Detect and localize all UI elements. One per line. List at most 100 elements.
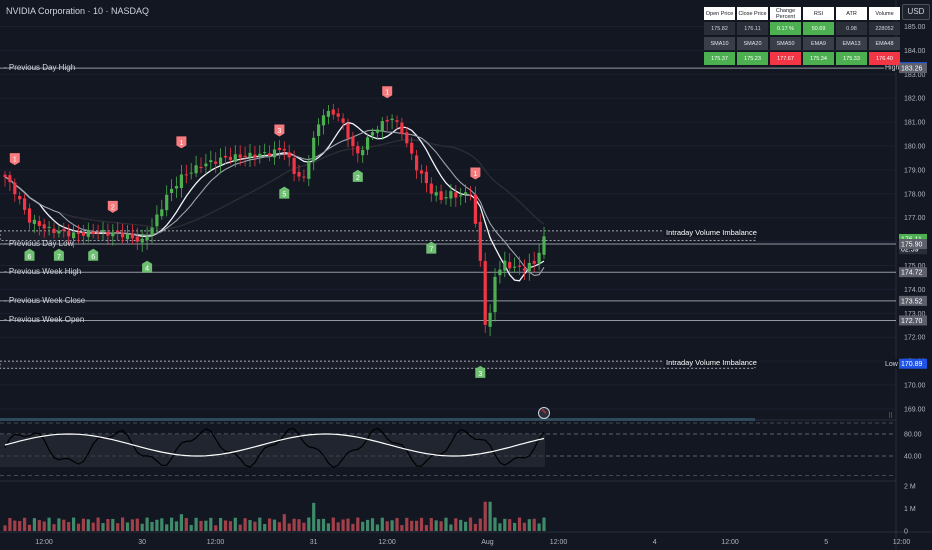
stats-value: 0.98 xyxy=(836,22,867,35)
settings-icon[interactable]: ✎ xyxy=(538,407,550,419)
candle-body xyxy=(297,172,301,177)
candle-body xyxy=(238,154,242,158)
volume-bar xyxy=(174,521,179,531)
time-tick-label: 12:00 xyxy=(721,539,739,546)
volume-bar xyxy=(204,520,208,531)
candle-body xyxy=(145,236,149,241)
volume-tick-label: 2 M xyxy=(904,484,916,491)
volume-bar xyxy=(155,519,159,531)
signal-marker-label: 7 xyxy=(57,254,61,261)
candle-body xyxy=(27,208,32,223)
price-tick-label: 180.00 xyxy=(904,144,926,151)
candle-body xyxy=(13,182,17,195)
volume-bar xyxy=(434,520,438,531)
pane-resize-handle[interactable]: ⠿ xyxy=(888,412,893,420)
candle-body xyxy=(361,150,365,156)
volume-bar xyxy=(532,518,536,531)
candle-body xyxy=(214,161,218,164)
stats-row-1-values: 175.82 176.11 0.17 % 50.69 0.98 228052 xyxy=(704,22,900,35)
candle-body xyxy=(366,137,370,150)
candle-body xyxy=(370,132,375,136)
candle-body xyxy=(209,160,213,163)
candle-body xyxy=(488,312,492,327)
candle-body xyxy=(111,232,115,237)
currency-button[interactable]: USD xyxy=(902,4,930,20)
price-chart[interactable]: 185.00184.00183.00182.00181.00180.00179.… xyxy=(0,0,932,550)
stats-header: Open Price xyxy=(704,7,735,20)
volume-bar xyxy=(91,522,95,531)
volume-bar xyxy=(150,521,154,531)
candle-body xyxy=(439,191,443,200)
candle-body xyxy=(434,192,438,196)
candle-body xyxy=(72,232,76,239)
candle-body xyxy=(537,252,541,264)
candle-body xyxy=(287,152,291,158)
signal-marker-label: 2 xyxy=(356,175,360,182)
candle-body xyxy=(106,231,110,236)
price-tick-label: 181.00 xyxy=(904,120,926,127)
volume-bar xyxy=(287,523,291,531)
candle-body xyxy=(351,136,355,147)
volume-bar xyxy=(395,518,399,531)
volume-bar xyxy=(478,518,482,531)
stats-header: EMA13 xyxy=(836,37,867,50)
candle-body xyxy=(52,228,56,234)
signal-marker-label: 4 xyxy=(145,266,149,273)
stats-value: 175.37 xyxy=(704,52,735,65)
volume-bar xyxy=(214,525,218,531)
stats-row-2-values: 175.37 175.23 177.67 175.34 175.33 176.4… xyxy=(704,52,900,65)
volume-bar xyxy=(189,524,193,531)
volume-bar xyxy=(410,520,414,531)
price-tag-label: Low xyxy=(885,361,899,368)
candle-body xyxy=(199,166,203,168)
level-label: - Previous Week Close xyxy=(4,295,86,305)
volume-bar xyxy=(96,517,100,531)
volume-bar xyxy=(326,523,330,531)
volume-bar xyxy=(243,518,247,531)
stats-header: Volume xyxy=(869,7,900,20)
volume-bar xyxy=(483,501,487,531)
candle-body xyxy=(223,155,228,158)
candle-body xyxy=(317,124,321,136)
candle-body xyxy=(62,229,66,231)
volume-bar xyxy=(375,524,379,531)
volume-bar xyxy=(444,517,448,531)
signal-marker-label: 6 xyxy=(28,254,32,261)
volume-bar xyxy=(248,519,252,531)
price-tick-label: 182.00 xyxy=(904,96,926,103)
stats-header: EMA9 xyxy=(803,37,834,50)
candle-body xyxy=(18,196,22,200)
candle-body xyxy=(527,263,531,272)
volume-bar xyxy=(23,517,27,531)
signal-marker-label: 7 xyxy=(429,247,433,254)
candle-body xyxy=(424,171,428,184)
candle-body xyxy=(76,231,81,234)
volume-bar xyxy=(317,519,321,531)
volume-bar xyxy=(449,524,453,531)
candle-body xyxy=(307,161,311,179)
volume-bar xyxy=(111,518,115,531)
volume-bar xyxy=(473,523,477,531)
volume-bar xyxy=(116,523,120,531)
volume-bar xyxy=(47,517,51,531)
volume-bar xyxy=(72,517,76,531)
candle-body xyxy=(67,230,71,237)
volume-bar xyxy=(42,521,46,531)
candle-body xyxy=(233,154,237,162)
time-tick-label: 12:00 xyxy=(378,539,396,546)
volume-bar xyxy=(307,517,311,531)
volume-bar xyxy=(81,518,85,531)
candle-body xyxy=(468,194,473,196)
candle-body xyxy=(248,152,252,158)
price-tick-label: 174.00 xyxy=(904,287,926,294)
volume-bar xyxy=(503,518,507,531)
volume-bar xyxy=(37,520,41,531)
oscillator-tick-label: 40.00 xyxy=(904,454,922,461)
imbalance-box xyxy=(0,360,756,369)
volume-bar xyxy=(165,524,169,531)
volume-bar xyxy=(106,519,110,531)
price-tag-value: 173.52 xyxy=(901,298,923,305)
candle-body xyxy=(268,153,272,157)
price-tag-value: 175.90 xyxy=(901,241,923,248)
volume-bar xyxy=(400,525,404,531)
